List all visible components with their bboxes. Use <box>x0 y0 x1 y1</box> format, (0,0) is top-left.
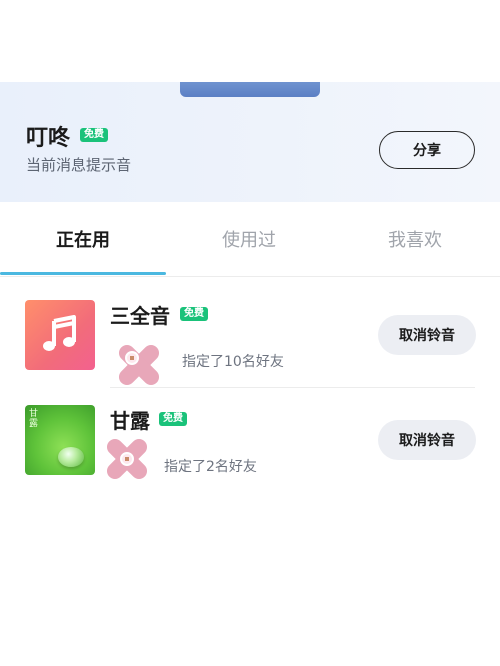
ringtone-cover: 甘露 <box>25 405 95 475</box>
cancel-ringtone-button[interactable]: 取消铃音 <box>378 420 476 460</box>
top-blank-area <box>0 0 500 82</box>
ringtone-desc: 指定了10名好友 <box>182 354 284 370</box>
music-note-icon <box>43 315 76 351</box>
free-badge: 免费 <box>80 128 108 142</box>
cover-text: 甘露 <box>29 409 39 429</box>
list-divider <box>110 387 475 388</box>
current-tone-subtitle: 当前消息提示音 <box>26 156 132 174</box>
cancel-ringtone-button[interactable]: 取消铃音 <box>378 315 476 355</box>
ringtone-title: 甘露 <box>110 409 150 433</box>
friend-avatar-sticker <box>106 438 148 480</box>
share-button[interactable]: 分享 <box>379 131 475 169</box>
list-item[interactable]: 甘露 甘露 免费 指定了2名好友 取消铃音 <box>0 405 500 505</box>
ringtone-title: 三全音 <box>110 304 170 328</box>
active-tab-indicator <box>0 272 166 275</box>
friend-avatar-sticker <box>118 344 160 386</box>
tab-favorites[interactable]: 我喜欢 <box>332 226 498 252</box>
free-badge: 免费 <box>159 412 187 426</box>
banner-strip <box>180 82 320 97</box>
ringtone-cover <box>25 300 95 370</box>
tab-used[interactable]: 使用过 <box>166 226 332 252</box>
water-drop-icon <box>58 447 84 467</box>
list-item[interactable]: 三全音 免费 指定了10名好友 取消铃音 <box>0 300 500 400</box>
tab-bar: 正在用 使用过 我喜欢 <box>0 202 500 277</box>
ringtone-desc: 指定了2名好友 <box>164 459 257 475</box>
tab-in-use[interactable]: 正在用 <box>0 226 166 252</box>
free-badge: 免费 <box>180 307 208 321</box>
current-tone-name: 叮咚 <box>26 126 71 151</box>
current-tone-card: 叮咚 免费 当前消息提示音 分享 <box>0 82 500 202</box>
